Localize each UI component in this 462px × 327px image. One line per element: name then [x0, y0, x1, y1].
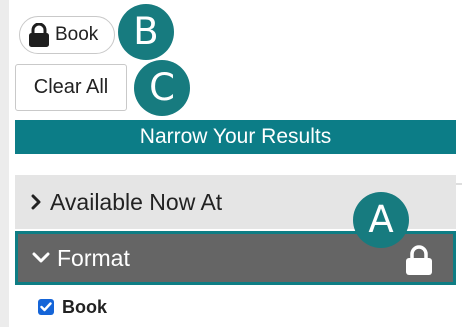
callout-badge-b: B — [118, 4, 174, 60]
divider-line — [455, 183, 462, 185]
format-book-checkbox[interactable] — [38, 299, 54, 315]
format-option-label: Book — [62, 296, 107, 317]
format-option-book[interactable]: Book — [38, 296, 107, 318]
clear-all-button[interactable]: Clear All — [15, 64, 127, 111]
checkmark-icon — [40, 302, 52, 312]
callout-badge-c: C — [134, 60, 190, 116]
lock-icon — [406, 245, 432, 275]
callout-badge-a: A — [353, 192, 409, 248]
applied-filter-chip-book[interactable]: Book — [19, 16, 115, 54]
left-rail — [0, 0, 9, 327]
lock-icon — [29, 22, 49, 47]
chevron-down-icon — [32, 252, 50, 263]
facet-label-available: Available Now At — [50, 188, 223, 215]
facet-label-format: Format — [57, 244, 130, 271]
chevron-right-icon — [31, 194, 41, 210]
applied-filter-label: Book — [55, 24, 99, 45]
narrow-results-header: Narrow Your Results — [15, 120, 456, 154]
